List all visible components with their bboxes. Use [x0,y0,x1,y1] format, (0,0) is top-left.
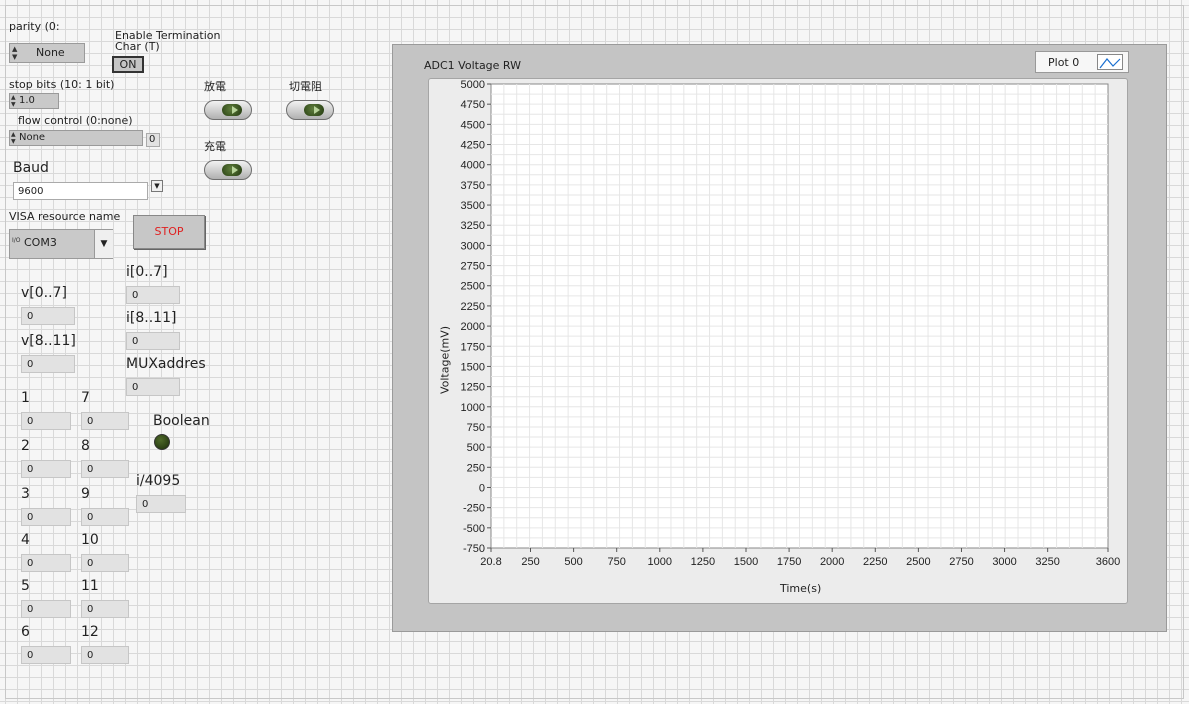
boolean-led [154,434,170,450]
channel-label: 11 [81,578,99,594]
channel-indicator: 0 [21,508,71,526]
channel-label: 1 [21,390,30,406]
channel-indicator: 0 [21,554,71,572]
channel-label: 4 [21,532,30,548]
legend-label: Plot 0 [1048,56,1080,69]
parity-ring[interactable]: ▲ ▼ None [9,43,85,63]
arrow-icon [232,106,238,114]
channel-indicator: 0 [21,600,71,618]
visa-resource-control[interactable]: I/O COM3 ▼ [9,229,113,259]
termination-button[interactable]: ON [112,56,144,73]
dropdown-arrow-icon[interactable]: ▼ [94,230,113,258]
stop-bits-label: stop bits (10: 1 bit) [9,78,115,91]
waveform-chart-frame: ADC1 Voltage RW Plot 0 [392,44,1167,632]
mux-indicator: 0 [126,378,180,396]
channel-label: 2 [21,438,30,454]
channel-indicator: 0 [81,508,129,526]
i07-indicator: 0 [126,286,180,304]
dropdown-arrow-icon[interactable]: ▼ [151,180,163,192]
flow-control-ring[interactable]: ▲ ▼ None [9,130,143,146]
channel-label: 10 [81,532,99,548]
increment-decrement-icon[interactable]: ▲ ▼ [11,94,16,108]
channel-label: 7 [81,390,90,406]
channel-indicator: 0 [21,412,71,430]
channel-indicator: 0 [21,646,71,664]
channel-indicator: 0 [81,600,129,618]
baud-combo[interactable]: 9600 [13,182,148,200]
stop-bits-value: 1.0 [19,95,35,106]
mux-label: MUXaddres [126,356,206,372]
y-axis-label: Voltage(mV) [438,325,452,395]
flow-control-index: 0 [146,133,160,147]
arrow-icon [314,106,320,114]
flow-control-label: flow control (0:none) [18,114,133,127]
channel-label: 8 [81,438,90,454]
channel-label: 9 [81,486,90,502]
i811-label: i[8..11] [126,310,177,326]
cutoff-switch[interactable] [286,100,334,120]
plot-legend[interactable]: Plot 0 [1035,51,1129,73]
v811-indicator: 0 [21,355,75,373]
discharge-switch[interactable] [204,100,252,120]
i4095-indicator: 0 [136,495,186,513]
parity-value: None [36,46,65,59]
i4095-label: i/4095 [136,473,181,489]
channel-label: 12 [81,624,99,640]
plot-area-frame [428,78,1128,604]
channel-indicator: 0 [81,460,129,478]
flow-control-value: None [19,132,46,143]
visa-value: COM3 [24,236,57,249]
v07-label: v[0..7] [21,285,67,301]
i07-label: i[0..7] [126,264,168,280]
channel-indicator: 0 [81,412,129,430]
parity-label: parity (0: [9,20,60,33]
channel-indicator: 0 [81,554,129,572]
boolean-label: Boolean [153,413,210,429]
v811-label: v[8..11] [21,333,76,349]
cutoff-label: 切電阻 [289,80,322,93]
line-style-icon [1097,54,1123,70]
i811-indicator: 0 [126,332,180,350]
v07-indicator: 0 [21,307,75,325]
chart-title: ADC1 Voltage RW [424,59,522,72]
stop-button[interactable]: STOP [133,215,205,249]
channel-label: 5 [21,578,30,594]
channel-label: 6 [21,624,30,640]
increment-decrement-icon[interactable]: ▲ ▼ [11,131,16,145]
channel-indicator: 0 [81,646,129,664]
visa-label: VISA resource name [9,210,121,223]
termination-label-2: Char (T) [115,40,160,53]
stop-bits-control[interactable]: ▲ ▼ 1.0 [9,93,59,109]
x-axis-label: Time(s) [780,582,822,595]
charge-label: 充電 [204,140,226,153]
charge-switch[interactable] [204,160,252,180]
io-icon: I/O [12,237,21,244]
increment-decrement-icon[interactable]: ▲ ▼ [12,45,17,61]
channel-indicator: 0 [21,460,71,478]
baud-label: Baud [13,160,49,176]
discharge-label: 放電 [204,80,226,93]
arrow-icon [232,166,238,174]
channel-label: 3 [21,486,30,502]
